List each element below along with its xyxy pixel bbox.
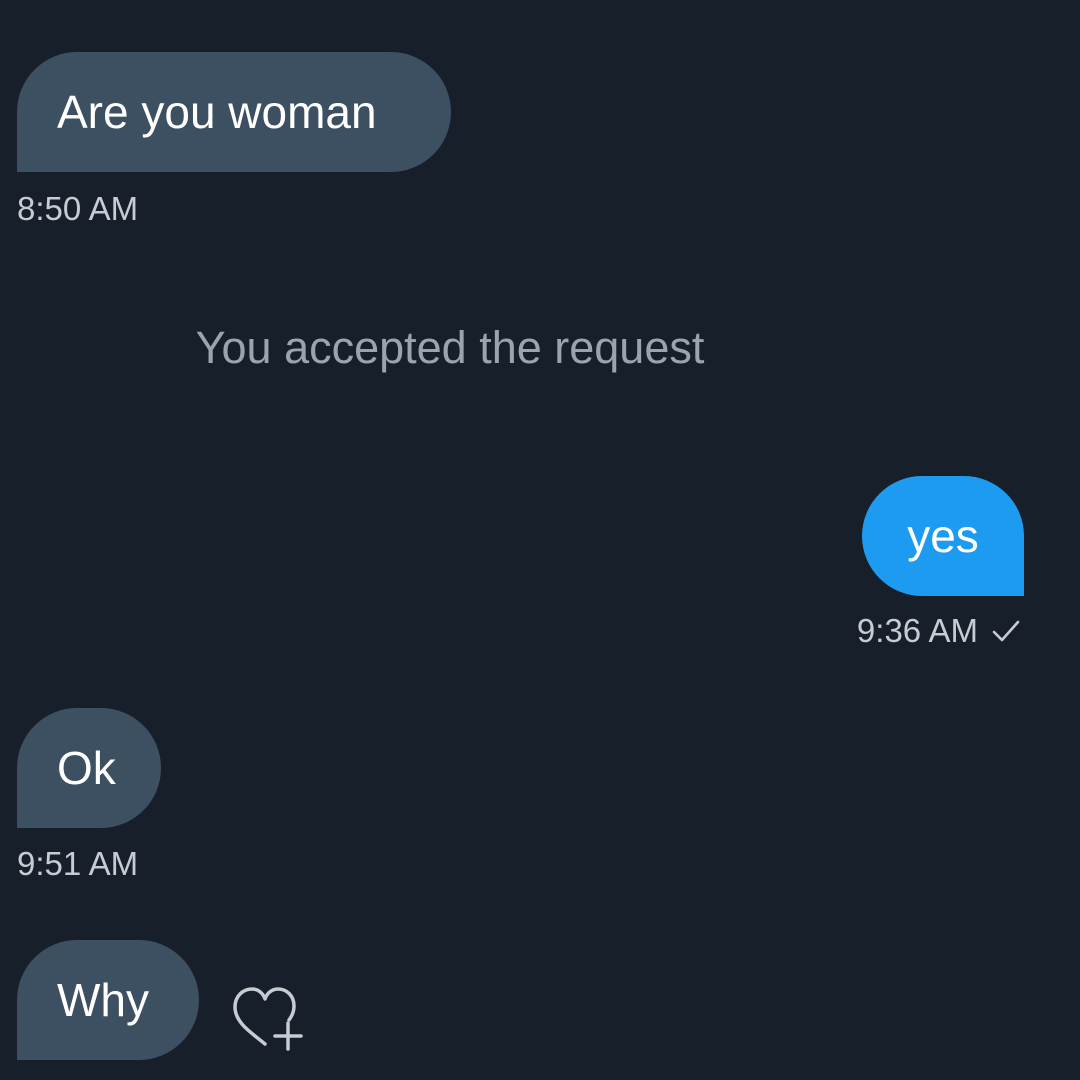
message-thread: Are you woman 8:50 AM You accepted the r…	[0, 0, 1080, 1080]
message-timestamp: 8:50 AM	[17, 190, 139, 227]
system-notice: You accepted the request	[195, 322, 705, 373]
message-timestamp: 9:36 AM	[856, 612, 978, 649]
message-text: Ok	[57, 742, 116, 794]
heart-plus-icon[interactable]	[228, 985, 306, 1057]
message-timestamp-row: 9:36 AM	[857, 612, 1022, 650]
outgoing-message-bubble[interactable]: yes	[862, 476, 1024, 596]
incoming-message-bubble[interactable]: Why	[17, 940, 199, 1060]
incoming-message-bubble[interactable]: Are you woman	[17, 52, 451, 172]
message-timestamp: 9:51 AM	[17, 845, 139, 882]
message-text: yes	[907, 510, 979, 562]
message-text: Are you woman	[57, 86, 377, 138]
incoming-message-bubble[interactable]: Ok	[17, 708, 161, 828]
check-icon	[990, 615, 1022, 647]
message-text: Why	[57, 974, 149, 1026]
